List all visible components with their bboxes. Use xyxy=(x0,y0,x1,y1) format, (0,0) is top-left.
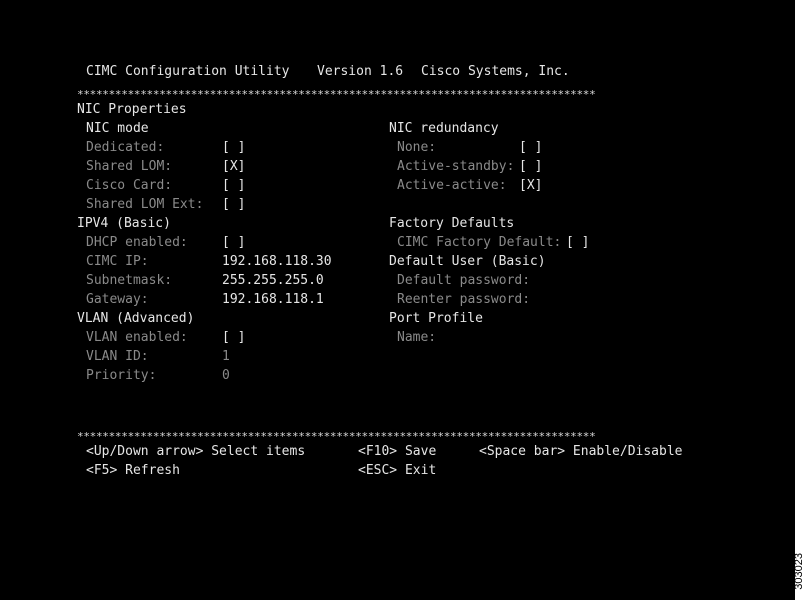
factory-default-label: CIMC Factory Default: xyxy=(397,235,562,250)
vlan-enabled-label: VLAN enabled: xyxy=(86,330,188,345)
default-password-field[interactable]: Default password: xyxy=(397,271,530,290)
nic-redundancy-none-label: None: xyxy=(397,140,437,155)
ipv4-gateway-field[interactable]: 192.168.118.1 xyxy=(222,290,324,309)
figure-margin: 303023 xyxy=(793,0,811,600)
ipv4-cimc-ip-label: CIMC IP: xyxy=(86,254,149,269)
ipv4-subnetmask-field[interactable]: 255.255.255.0 xyxy=(222,271,324,290)
factory-default-checkbox[interactable]: [ ] xyxy=(566,233,589,252)
figure-id: 303023 xyxy=(793,553,805,590)
nic-mode-shared-lom-checkbox[interactable]: [X] xyxy=(222,157,245,176)
key-hint-save: <F10> Save xyxy=(358,444,437,459)
reenter-password-field[interactable]: Reenter password: xyxy=(397,290,530,309)
nic-redundancy-active-active-checkbox[interactable]: [X] xyxy=(519,176,542,195)
section-factory-defaults: Factory Defaults xyxy=(389,216,515,231)
nic-mode-shared-lom-label: Shared LOM: xyxy=(86,159,173,174)
nic-redundancy-active-standby-label: Active-standby: xyxy=(397,159,515,174)
ipv4-dhcp-label: DHCP enabled: xyxy=(86,235,188,250)
group-nic-mode: NIC mode xyxy=(86,121,149,136)
group-nic-redundancy: NIC redundancy xyxy=(389,121,499,136)
key-hint-refresh: <F5> Refresh xyxy=(86,463,180,478)
nic-redundancy-active-active-label: Active-active: xyxy=(397,178,507,193)
port-profile-name-field[interactable]: Name: xyxy=(397,328,436,347)
nic-mode-cisco-card-label: Cisco Card: xyxy=(86,178,173,193)
bios-console-screen: CIMC Configuration Utility Version 1.6 C… xyxy=(0,0,795,600)
nic-mode-dedicated-label: Dedicated: xyxy=(86,140,165,155)
section-port-profile: Port Profile xyxy=(389,311,483,326)
vlan-priority-label: Priority: xyxy=(86,368,157,383)
section-ipv4: IPV4 (Basic) xyxy=(77,216,171,231)
key-hint-toggle: <Space bar> Enable/Disable xyxy=(479,444,683,459)
key-hint-exit: <ESC> Exit xyxy=(358,463,437,478)
nic-mode-dedicated-checkbox[interactable]: [ ] xyxy=(222,138,245,157)
ipv4-cimc-ip-field[interactable]: 192.168.118.30 xyxy=(222,252,332,271)
vlan-enabled-checkbox[interactable]: [ ] xyxy=(222,328,245,347)
section-nic-properties: NIC Properties xyxy=(77,102,187,117)
ipv4-subnetmask-label: Subnetmask: xyxy=(86,273,173,288)
vlan-priority-field[interactable]: 0 xyxy=(222,366,230,385)
nic-redundancy-active-standby-checkbox[interactable]: [ ] xyxy=(519,157,542,176)
ipv4-dhcp-checkbox[interactable]: [ ] xyxy=(222,233,245,252)
vlan-id-field[interactable]: 1 xyxy=(222,347,230,366)
nic-mode-shared-lom-ext-label: Shared LOM Ext: xyxy=(86,197,204,212)
nic-mode-shared-lom-ext-checkbox[interactable]: [ ] xyxy=(222,195,245,214)
vlan-id-label: VLAN ID: xyxy=(86,349,149,364)
nic-mode-cisco-card-checkbox[interactable]: [ ] xyxy=(222,176,245,195)
nic-redundancy-none-checkbox[interactable]: [ ] xyxy=(519,138,542,157)
key-hint-select: <Up/Down arrow> Select items xyxy=(86,444,306,459)
section-default-user: Default User (Basic) xyxy=(389,254,546,269)
app-vendor: Cisco Systems, Inc. xyxy=(421,64,570,79)
app-title: CIMC Configuration Utility xyxy=(86,64,290,79)
section-vlan: VLAN (Advanced) xyxy=(77,311,195,326)
app-version: Version 1.6 xyxy=(317,64,404,79)
ipv4-gateway-label: Gateway: xyxy=(86,292,149,307)
